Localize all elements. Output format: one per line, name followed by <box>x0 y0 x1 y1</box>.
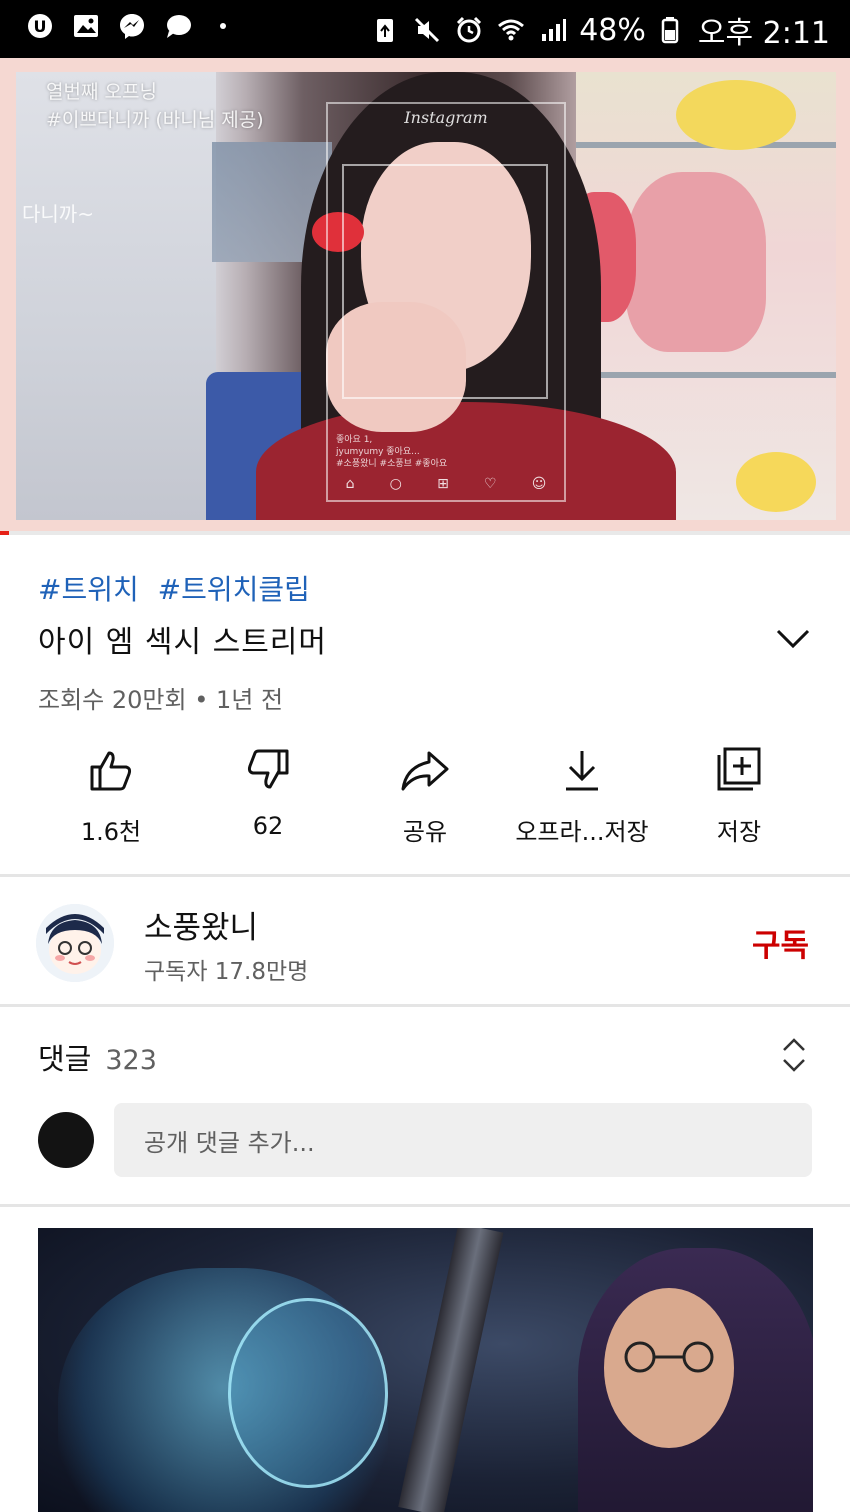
action-row: 1.6천 62 공유 오프라...저장 저장 <box>0 740 850 850</box>
shelf-plank <box>576 372 836 378</box>
save-to-playlist-button[interactable]: 저장 <box>654 740 824 847</box>
profile-icon: ☺ <box>531 476 547 492</box>
video-overlay-side-text: 다니까~ <box>22 202 94 226</box>
comment-input[interactable]: 공개 댓글 추가... <box>114 1103 812 1177</box>
section-divider <box>0 874 850 877</box>
expand-description-button[interactable] <box>774 622 812 654</box>
add-post-icon: ⊞ <box>437 476 449 492</box>
section-divider <box>0 1004 850 1007</box>
instagram-photo-frame <box>342 164 548 399</box>
instagram-overlay: Instagram 좋아요 1, jyumyumy 좋아요... #소풍왔니 #… <box>326 102 566 502</box>
hashtag-link[interactable]: #트위치클립 <box>158 573 310 606</box>
video-overlay-caption: 열번째 오프닝 #이쁘다니까 (바니님 제공) <box>46 78 264 134</box>
plush-toy <box>626 172 766 352</box>
thumbnail-glasses <box>624 1341 714 1373</box>
channel-avatar-image <box>36 904 114 982</box>
u-plus-icon: U <box>24 10 56 42</box>
thumbnail-glowing-head <box>228 1298 388 1488</box>
download-icon <box>566 751 598 791</box>
video-hashtags: #트위치 #트위치클립 <box>38 568 320 608</box>
download-label: 오프라...저장 <box>515 818 649 846</box>
channel-subscriber-count: 구독자 17.8만명 <box>144 959 309 985</box>
status-bar-notifications: U <box>24 10 226 42</box>
video-title[interactable]: 아이 엠 섹시 스트리머 <box>38 617 327 661</box>
thumbnail-sword <box>398 1228 504 1512</box>
dislike-count: 62 <box>252 812 284 840</box>
comments-header[interactable]: 댓글 323 <box>38 1036 157 1078</box>
share-label: 공유 <box>402 818 448 846</box>
instagram-label: Instagram <box>404 108 488 127</box>
comments-expand-toggle[interactable] <box>780 1036 808 1074</box>
messenger-icon <box>116 10 148 42</box>
share-button[interactable]: 공유 <box>340 740 510 847</box>
like-count: 1.6천 <box>80 818 142 846</box>
thumbs-down-icon <box>247 749 289 789</box>
video-meta: 조회수 20만회 • 1년 전 <box>38 686 284 714</box>
instagram-nav: ⌂ ○ ⊞ ♡ ☺ <box>328 476 564 492</box>
plush-toy <box>676 80 796 150</box>
instagram-caption-line: 좋아요 1, <box>336 435 373 445</box>
plush-toy <box>736 452 816 512</box>
section-divider <box>0 1204 850 1207</box>
status-bar-system: 48% 오후 2:11 <box>369 8 830 52</box>
video-background-wall <box>16 72 216 520</box>
svg-text:U: U <box>34 17 47 36</box>
alarm-icon <box>453 14 485 46</box>
download-button[interactable]: 오프라...저장 <box>497 740 667 847</box>
wifi-icon <box>495 14 527 46</box>
battery-percent: 48% <box>579 12 646 48</box>
recycle-icon <box>369 14 401 46</box>
instagram-caption-line: #소풍왔니 #소풍브 #좋아요 <box>336 459 448 469</box>
video-overlay-line: #이쁘다니까 (바니님 제공) <box>46 109 264 131</box>
like-button[interactable]: 1.6천 <box>26 740 196 847</box>
search-icon: ○ <box>389 476 402 492</box>
clock: 오후 2:11 <box>697 16 830 51</box>
comments-label: 댓글 <box>38 1042 92 1076</box>
gallery-icon <box>70 10 102 42</box>
home-icon: ⌂ <box>345 476 355 492</box>
hashtag-link[interactable]: #트위치 <box>38 573 139 606</box>
chat-bubble-icon <box>162 10 194 42</box>
video-progress-bar[interactable] <box>0 531 850 535</box>
chevron-down-icon <box>776 629 810 649</box>
video-overlay-line: 열번째 오프닝 <box>46 81 157 103</box>
channel-name[interactable]: 소풍왔니 <box>144 902 258 947</box>
save-label: 저장 <box>716 818 762 846</box>
add-to-playlist-icon <box>717 747 761 791</box>
share-icon <box>401 751 449 791</box>
dislike-button[interactable]: 62 <box>183 740 353 840</box>
instagram-caption: 좋아요 1, jyumyumy 좋아요... #소풍왔니 #소풍브 #좋아요 <box>336 434 447 470</box>
video-player[interactable]: Instagram 좋아요 1, jyumyumy 좋아요... #소풍왔니 #… <box>0 58 850 534</box>
instagram-caption-line: jyumyumy 좋아요... <box>336 447 420 457</box>
subscribe-button[interactable]: 구독 <box>752 920 809 965</box>
thumbs-up-icon <box>90 751 132 791</box>
signal-icon <box>537 14 569 46</box>
comments-count: 323 <box>105 1045 157 1076</box>
unfold-icon <box>783 1038 805 1072</box>
video-progress-fill <box>0 531 9 535</box>
battery-icon <box>656 14 688 46</box>
video-frame: Instagram 좋아요 1, jyumyumy 좋아요... #소풍왔니 #… <box>16 72 836 520</box>
channel-avatar[interactable] <box>36 904 114 982</box>
heart-icon: ♡ <box>484 476 497 492</box>
next-video-thumbnail[interactable] <box>38 1228 813 1512</box>
status-bar: U 48% 오후 2:11 <box>0 0 850 58</box>
user-avatar <box>38 1112 94 1168</box>
mute-icon <box>411 14 443 46</box>
more-notifications-dot <box>220 23 226 29</box>
